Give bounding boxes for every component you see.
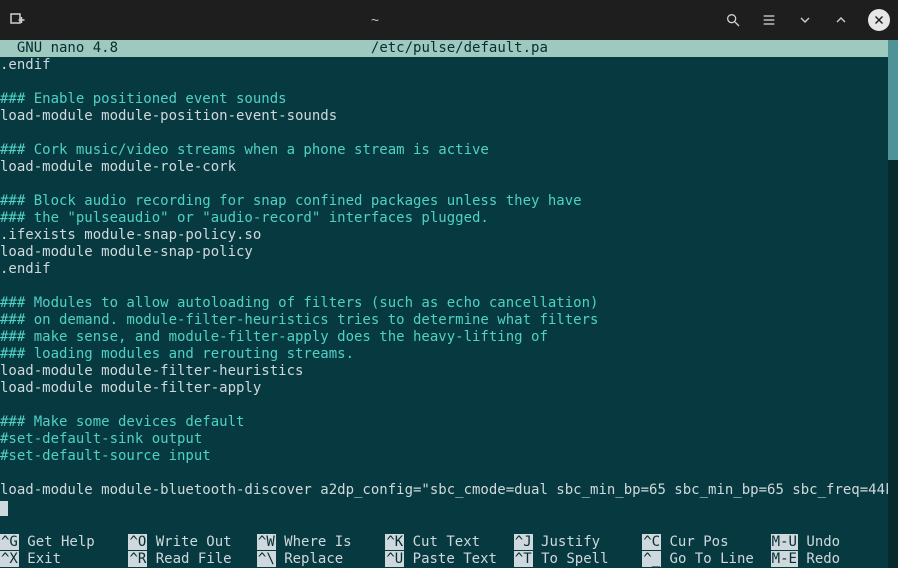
editor-line [0, 125, 898, 142]
editor-line: load-module module-bluetooth-discover a2… [0, 482, 898, 499]
shortcut-key: ^W [257, 534, 276, 550]
editor-line: ### Block audio recording for snap confi… [0, 193, 898, 210]
shortcut-item: M-E Redo [771, 551, 857, 568]
shortcut-key: ^T [514, 551, 533, 567]
shortcut-label: Read File [147, 551, 231, 567]
shortcut-item: ^G Get Help [0, 534, 128, 551]
editor-line: #set-default-source input [0, 448, 898, 465]
hamburger-menu-icon[interactable] [760, 11, 778, 29]
shortcut-key: M-E [771, 551, 798, 567]
shortcut-key: M-U [771, 534, 798, 550]
editor-line: ### on demand. module-filter-heuristics … [0, 312, 898, 329]
shortcut-item: ^X Exit [0, 551, 128, 568]
editor-line [0, 278, 898, 295]
editor-line [0, 176, 898, 193]
shortcut-item: ^W Where Is [257, 534, 385, 551]
editor-line [0, 74, 898, 91]
shortcut-key: ^U [385, 551, 404, 567]
shortcut-label: Cut Text [404, 534, 480, 550]
window-title: ~ [371, 12, 379, 28]
shortcut-item: ^C Cur Pos [642, 534, 770, 551]
shortcut-key: ^K [385, 534, 404, 550]
shortcut-label: Justify [533, 534, 600, 550]
editor-line [0, 397, 898, 414]
nano-file-path: /etc/pulse/default.pa [371, 40, 548, 56]
cursor-line [0, 499, 898, 516]
editor-line: ### make sense, and module-filter-apply … [0, 329, 898, 346]
editor-line: load-module module-filter-heuristics [0, 363, 898, 380]
scrollbar-thumb[interactable] [888, 40, 898, 160]
shortcut-item: M-U Undo [771, 534, 857, 551]
shortcut-item: ^R Read File [128, 551, 256, 568]
shortcut-label: Where Is [276, 534, 352, 550]
editor-line: load-module module-snap-policy [0, 244, 898, 261]
shortcut-item: ^_ Go To Line [642, 551, 770, 568]
editor-line: load-module module-filter-apply [0, 380, 898, 397]
editor-line: .endif [0, 57, 898, 74]
shortcut-label: To Spell [533, 551, 609, 567]
shortcut-item: ^\ Replace [257, 551, 385, 568]
shortcut-key: ^G [0, 534, 19, 550]
nano-shortcut-bar: ^G Get Help ^O Write Out ^W Where Is ^K … [0, 534, 886, 568]
terminal-viewport[interactable]: GNU nano 4.8 /etc/pulse/default.pa .endi… [0, 40, 898, 568]
editor-line: #set-default-sink output [0, 431, 898, 448]
shortcut-key: ^_ [642, 551, 661, 567]
new-tab-icon[interactable] [8, 11, 26, 29]
nano-app-version: GNU nano 4.8 [0, 40, 118, 56]
editor-line: ### Enable positioned event sounds [0, 91, 898, 108]
editor-line: load-module module-role-cork [0, 159, 898, 176]
shortcut-label: Go To Line [661, 551, 754, 567]
shortcut-key: ^J [514, 534, 533, 550]
editor-line: .endif [0, 261, 898, 278]
vertical-scrollbar[interactable] [888, 40, 898, 568]
shortcut-label: Exit [19, 551, 61, 567]
editor-line: .ifexists module-snap-policy.so [0, 227, 898, 244]
shortcut-row-2: ^X Exit ^R Read File ^\ Replace ^U Paste… [0, 551, 886, 568]
window-titlebar: ~ [0, 0, 898, 40]
editor-line [0, 465, 898, 482]
search-icon[interactable] [724, 11, 742, 29]
shortcut-label: Write Out [147, 534, 231, 550]
shortcut-label: Get Help [19, 534, 95, 550]
shortcut-row-1: ^G Get Help ^O Write Out ^W Where Is ^K … [0, 534, 886, 551]
shortcut-item: ^K Cut Text [385, 534, 513, 551]
editor-line: ### loading modules and rerouting stream… [0, 346, 898, 363]
text-cursor [0, 501, 8, 516]
shortcut-item: ^J Justify [514, 534, 642, 551]
editor-line: ### Make some devices default [0, 414, 898, 431]
editor-line: ### Cork music/video streams when a phon… [0, 142, 898, 159]
shortcut-key: ^O [128, 534, 147, 550]
shortcut-key: ^X [0, 551, 19, 567]
shortcut-item: ^T To Spell [514, 551, 642, 568]
editor-content[interactable]: .endif ### Enable positioned event sounds… [0, 57, 898, 516]
close-button[interactable] [868, 9, 890, 31]
shortcut-label: Replace [276, 551, 343, 567]
chevron-down-icon[interactable] [796, 11, 814, 29]
shortcut-label: Paste Text [404, 551, 497, 567]
shortcut-label: Cur Pos [661, 534, 728, 550]
editor-line: ### the "pulseaudio" or "audio-record" i… [0, 210, 898, 227]
shortcut-item: ^U Paste Text [385, 551, 513, 568]
shortcut-label: Undo [798, 534, 840, 550]
chevron-up-icon[interactable] [832, 11, 850, 29]
editor-line: ### Modules to allow autoloading of filt… [0, 295, 898, 312]
editor-line: load-module module-position-event-sounds [0, 108, 898, 125]
shortcut-key: ^C [642, 534, 661, 550]
shortcut-key: ^R [128, 551, 147, 567]
shortcut-key: ^\ [257, 551, 276, 567]
shortcut-item: ^O Write Out [128, 534, 256, 551]
nano-header-bar: GNU nano 4.8 /etc/pulse/default.pa [0, 40, 898, 57]
shortcut-label: Redo [798, 551, 840, 567]
